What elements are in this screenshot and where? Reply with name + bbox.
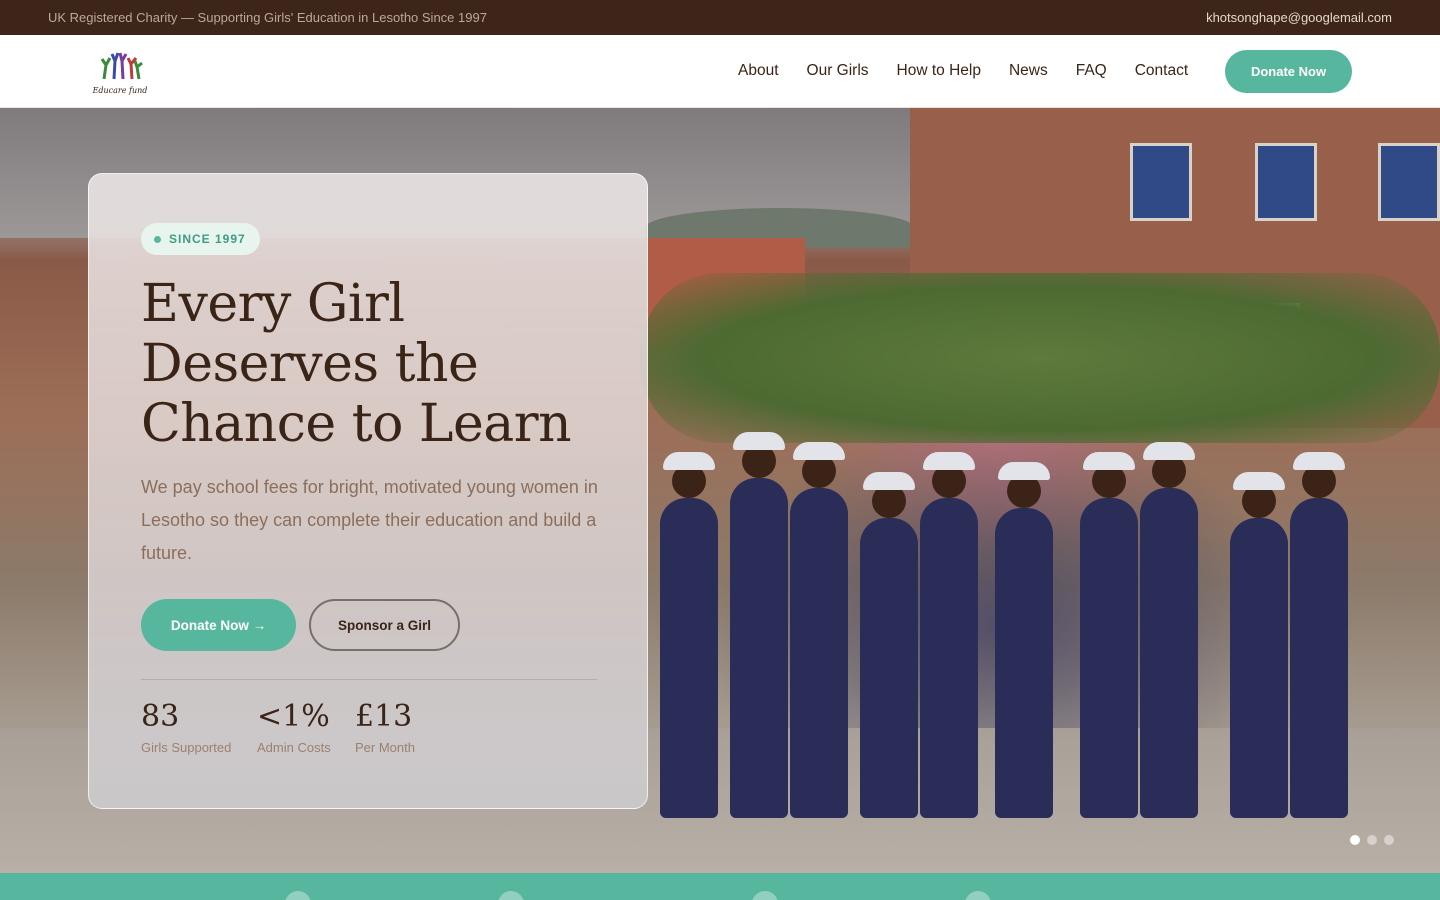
carousel-dot[interactable] <box>1350 835 1360 845</box>
hero-donate-button[interactable]: Donate Now → <box>141 599 296 651</box>
stat-value: 83 <box>141 699 180 734</box>
raised-hands-logo-icon <box>100 52 143 80</box>
charity-tagline: UK Registered Charity — Supporting Girls… <box>48 10 487 25</box>
stat-value: £13 <box>355 699 413 734</box>
stat-admin-costs: <1% Admin Costs <box>257 697 331 755</box>
carousel-dot[interactable] <box>1384 835 1394 845</box>
site-header: Educare fund About Our Girls How to Help… <box>0 35 1440 108</box>
student-figure <box>1290 452 1348 818</box>
trust-item <box>285 891 311 900</box>
nav-our-girls[interactable]: Our Girls <box>807 62 869 80</box>
stat-label: Girls Supported <box>141 740 232 755</box>
main-nav: About Our Girls How to Help News FAQ Con… <box>738 35 1188 107</box>
sponsor-girl-button[interactable]: Sponsor a Girl <box>309 599 460 651</box>
nav-about[interactable]: About <box>738 62 779 80</box>
trust-item-icon <box>498 891 524 900</box>
contact-email-link[interactable]: khotsonghape@googlemail.com <box>1206 10 1392 25</box>
building-window <box>1378 143 1440 221</box>
nav-news[interactable]: News <box>1009 62 1048 80</box>
top-bar: UK Registered Charity — Supporting Girls… <box>0 0 1440 35</box>
student-figure <box>730 432 788 818</box>
student-figure <box>660 452 718 818</box>
trust-item-icon <box>285 891 311 900</box>
stat-girls-supported: 83 Girls Supported <box>141 697 231 755</box>
stat-label: Admin Costs <box>257 740 331 755</box>
trust-item <box>752 891 778 900</box>
badge-label: SINCE 1997 <box>169 232 246 246</box>
nav-faq[interactable]: FAQ <box>1076 62 1107 80</box>
student-figure <box>995 462 1053 818</box>
hero-title: Every Girl Deserves the Chance to Learn <box>141 274 572 454</box>
student-figure <box>1230 472 1288 818</box>
carousel-dots <box>1350 835 1394 845</box>
header-donate-button[interactable]: Donate Now <box>1225 50 1352 93</box>
student-figure <box>920 452 978 818</box>
trust-strip <box>0 873 1440 900</box>
building-window <box>1255 143 1317 221</box>
stats-divider <box>141 679 597 680</box>
stat-label: Per Month <box>355 740 415 755</box>
hero-card: SINCE 1997 Every Girl Deserves the Chanc… <box>88 173 648 809</box>
carousel-dot[interactable] <box>1367 835 1377 845</box>
student-figure <box>790 442 848 818</box>
hero-subtitle: We pay school fees for bright, motivated… <box>141 477 598 563</box>
badge-dot-icon <box>154 236 161 243</box>
trust-item-icon <box>752 891 778 900</box>
nav-contact[interactable]: Contact <box>1135 62 1188 80</box>
stat-value: <1% <box>257 699 330 734</box>
nav-how-to-help[interactable]: How to Help <box>897 62 981 80</box>
student-figure <box>860 472 918 818</box>
hero-photo-students <box>650 398 1430 818</box>
trust-item <box>498 891 524 900</box>
student-figure <box>1140 442 1198 818</box>
student-figure <box>1080 452 1138 818</box>
since-badge: SINCE 1997 <box>141 223 260 255</box>
stat-per-month: £13 Per Month <box>355 697 415 755</box>
building-window <box>1130 143 1192 221</box>
trust-item-icon <box>965 891 991 900</box>
logo-wordmark: Educare fund <box>92 86 148 95</box>
site-logo[interactable]: Educare fund <box>90 49 150 95</box>
trust-item <box>965 891 991 900</box>
hero-section: SINCE 1997 Every Girl Deserves the Chanc… <box>0 108 1440 873</box>
